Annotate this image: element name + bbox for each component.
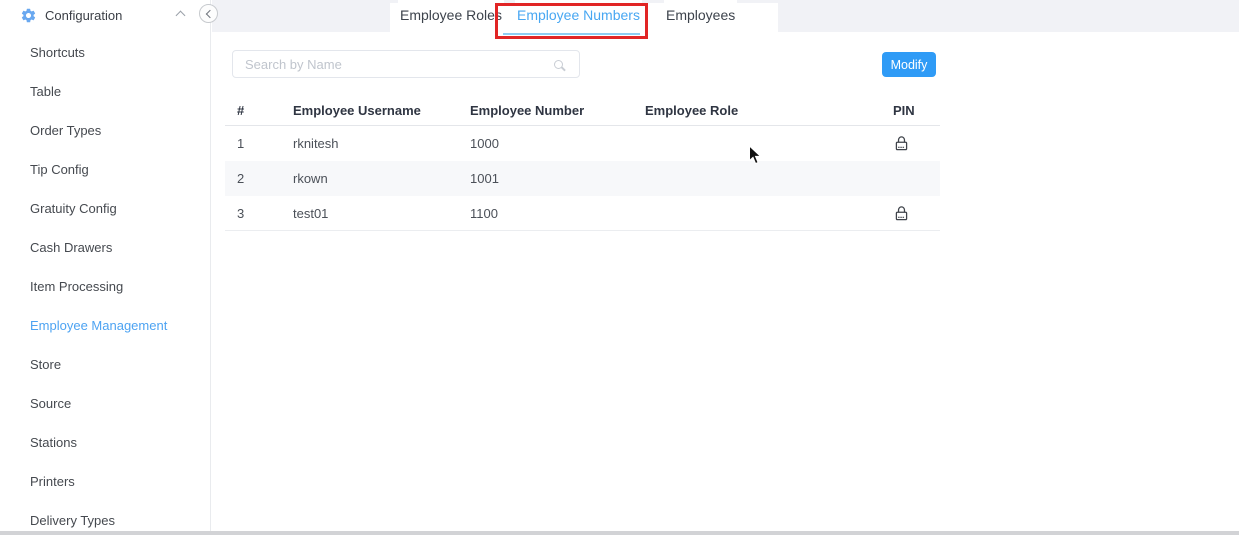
sidebar-item-store[interactable]: Store bbox=[0, 345, 210, 384]
row-number: 1001 bbox=[470, 171, 645, 186]
row-index: 1 bbox=[225, 136, 293, 151]
lock-icon bbox=[893, 135, 910, 152]
sidebar-item-item-processing[interactable]: Item Processing bbox=[0, 267, 210, 306]
col-header-number: Employee Number bbox=[470, 103, 645, 118]
row-index: 3 bbox=[225, 206, 293, 221]
sidebar-item-employee-management[interactable]: Employee Management bbox=[0, 306, 210, 345]
main-content: Employee Roles Employee Numbers Employee… bbox=[212, 0, 1239, 535]
app-window: Configuration Shortcuts Table Order Type… bbox=[0, 0, 1239, 535]
row-username: rkown bbox=[293, 171, 470, 186]
tab-bar: Employee Roles Employee Numbers Employee… bbox=[212, 0, 1239, 32]
col-header-index: # bbox=[225, 103, 293, 118]
chevron-up-icon[interactable] bbox=[176, 11, 186, 21]
search-box bbox=[232, 50, 580, 78]
modify-button[interactable]: Modify bbox=[882, 52, 936, 77]
row-username: test01 bbox=[293, 206, 470, 221]
col-header-pin: PIN bbox=[893, 103, 940, 118]
lock-icon bbox=[893, 205, 910, 222]
sidebar-item-shortcuts[interactable]: Shortcuts bbox=[0, 33, 210, 72]
row-username: rknitesh bbox=[293, 136, 470, 151]
tab-label: Employees bbox=[666, 7, 735, 23]
sidebar-item-stations[interactable]: Stations bbox=[0, 423, 210, 462]
row-pin bbox=[893, 135, 940, 152]
row-index: 2 bbox=[225, 171, 293, 186]
sidebar-item-printers[interactable]: Printers bbox=[0, 462, 210, 501]
table-header-row: # Employee Username Employee Number Empl… bbox=[225, 96, 940, 126]
search-icon bbox=[554, 60, 563, 69]
employee-numbers-table: # Employee Username Employee Number Empl… bbox=[225, 96, 940, 231]
sidebar-item-table[interactable]: Table bbox=[0, 72, 210, 111]
sidebar-item-gratuity-config[interactable]: Gratuity Config bbox=[0, 189, 210, 228]
row-number: 1000 bbox=[470, 136, 645, 151]
row-number: 1100 bbox=[470, 206, 645, 221]
tab-label: Employee Roles bbox=[400, 7, 502, 23]
sidebar-header: Configuration bbox=[0, 0, 210, 30]
sidebar-item-source[interactable]: Source bbox=[0, 384, 210, 423]
table-row[interactable]: 1 rknitesh 1000 bbox=[225, 126, 940, 161]
gear-icon bbox=[20, 7, 37, 24]
sidebar-collapse-button[interactable] bbox=[199, 4, 218, 23]
sidebar-item-cash-drawers[interactable]: Cash Drawers bbox=[0, 228, 210, 267]
sidebar: Configuration Shortcuts Table Order Type… bbox=[0, 0, 211, 535]
tab-employees[interactable]: Employees bbox=[664, 0, 737, 29]
search-input[interactable] bbox=[233, 57, 554, 72]
tab-employee-roles[interactable]: Employee Roles bbox=[398, 0, 504, 29]
sidebar-item-tip-config[interactable]: Tip Config bbox=[0, 150, 210, 189]
table-row[interactable]: 2 rkown 1001 bbox=[225, 161, 940, 196]
table-row[interactable]: 3 test01 1100 bbox=[225, 196, 940, 231]
sidebar-item-delivery-types[interactable]: Delivery Types bbox=[0, 501, 210, 535]
bottom-scrollbar[interactable] bbox=[0, 531, 1239, 535]
annotation-highlight-box bbox=[495, 3, 648, 39]
sidebar-header-label: Configuration bbox=[45, 8, 122, 23]
sidebar-item-order-types[interactable]: Order Types bbox=[0, 111, 210, 150]
chevron-left-icon bbox=[206, 10, 214, 18]
col-header-username: Employee Username bbox=[293, 103, 470, 118]
sidebar-nav: Shortcuts Table Order Types Tip Config G… bbox=[0, 33, 210, 535]
col-header-role: Employee Role bbox=[645, 103, 893, 118]
row-pin bbox=[893, 204, 940, 221]
